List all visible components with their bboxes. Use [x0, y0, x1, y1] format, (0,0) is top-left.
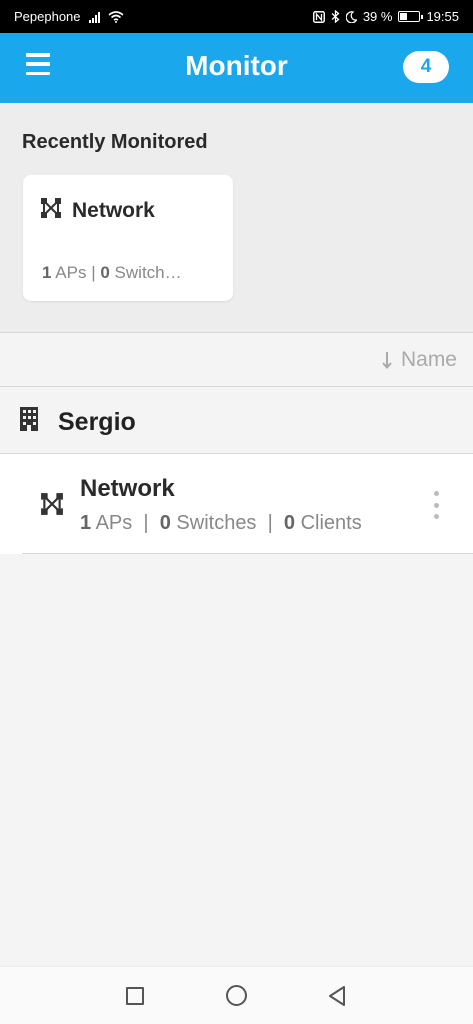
site-header: Sergio — [0, 387, 473, 453]
recent-apps-icon[interactable] — [126, 987, 144, 1005]
back-icon[interactable] — [327, 985, 347, 1007]
sort-down-arrow-icon — [382, 352, 392, 369]
battery-percent: 39 % — [362, 9, 393, 24]
sort-button[interactable]: Name — [381, 348, 457, 372]
network-topology-icon — [41, 198, 61, 218]
battery-icon — [398, 11, 424, 22]
status-bar: Pepephone 39 % 19:55 — [0, 0, 473, 33]
network-stats: 1 APs | 0 Switches | 0 Clients — [80, 512, 362, 534]
moon-icon — [345, 10, 357, 23]
site-name: Sergio — [58, 408, 136, 436]
sort-bar: Name — [0, 333, 473, 386]
more-options-icon[interactable] — [432, 491, 440, 519]
sort-label: Name — [400, 348, 457, 371]
carrier-label: Pepephone — [14, 9, 81, 24]
divider — [22, 553, 473, 554]
network-topology-icon — [41, 493, 63, 515]
home-icon[interactable] — [226, 985, 247, 1006]
signal-icon — [88, 11, 100, 23]
network-name: Network — [80, 475, 175, 502]
bluetooth-icon — [331, 10, 340, 23]
recent-card-name: Network — [72, 199, 155, 222]
section-title: Recently Monitored — [22, 131, 208, 153]
recent-card-stats: 1 APs | 0 Switch… — [42, 263, 182, 282]
building-icon — [20, 407, 38, 431]
clock: 19:55 — [426, 9, 459, 24]
wifi-icon — [107, 10, 124, 23]
notification-badge[interactable]: 4 — [403, 51, 449, 83]
app-bar: Monitor 4 — [0, 33, 473, 103]
system-nav-bar — [0, 966, 473, 1024]
nfc-icon — [312, 10, 325, 23]
recent-network-card[interactable]: Network 1 APs | 0 Switch… — [23, 175, 233, 301]
recently-monitored-section: Recently Monitored Network 1 APs | 0 Swi… — [0, 103, 473, 332]
list-item[interactable]: Network 1 APs | 0 Switches | 0 Clients — [0, 454, 473, 554]
